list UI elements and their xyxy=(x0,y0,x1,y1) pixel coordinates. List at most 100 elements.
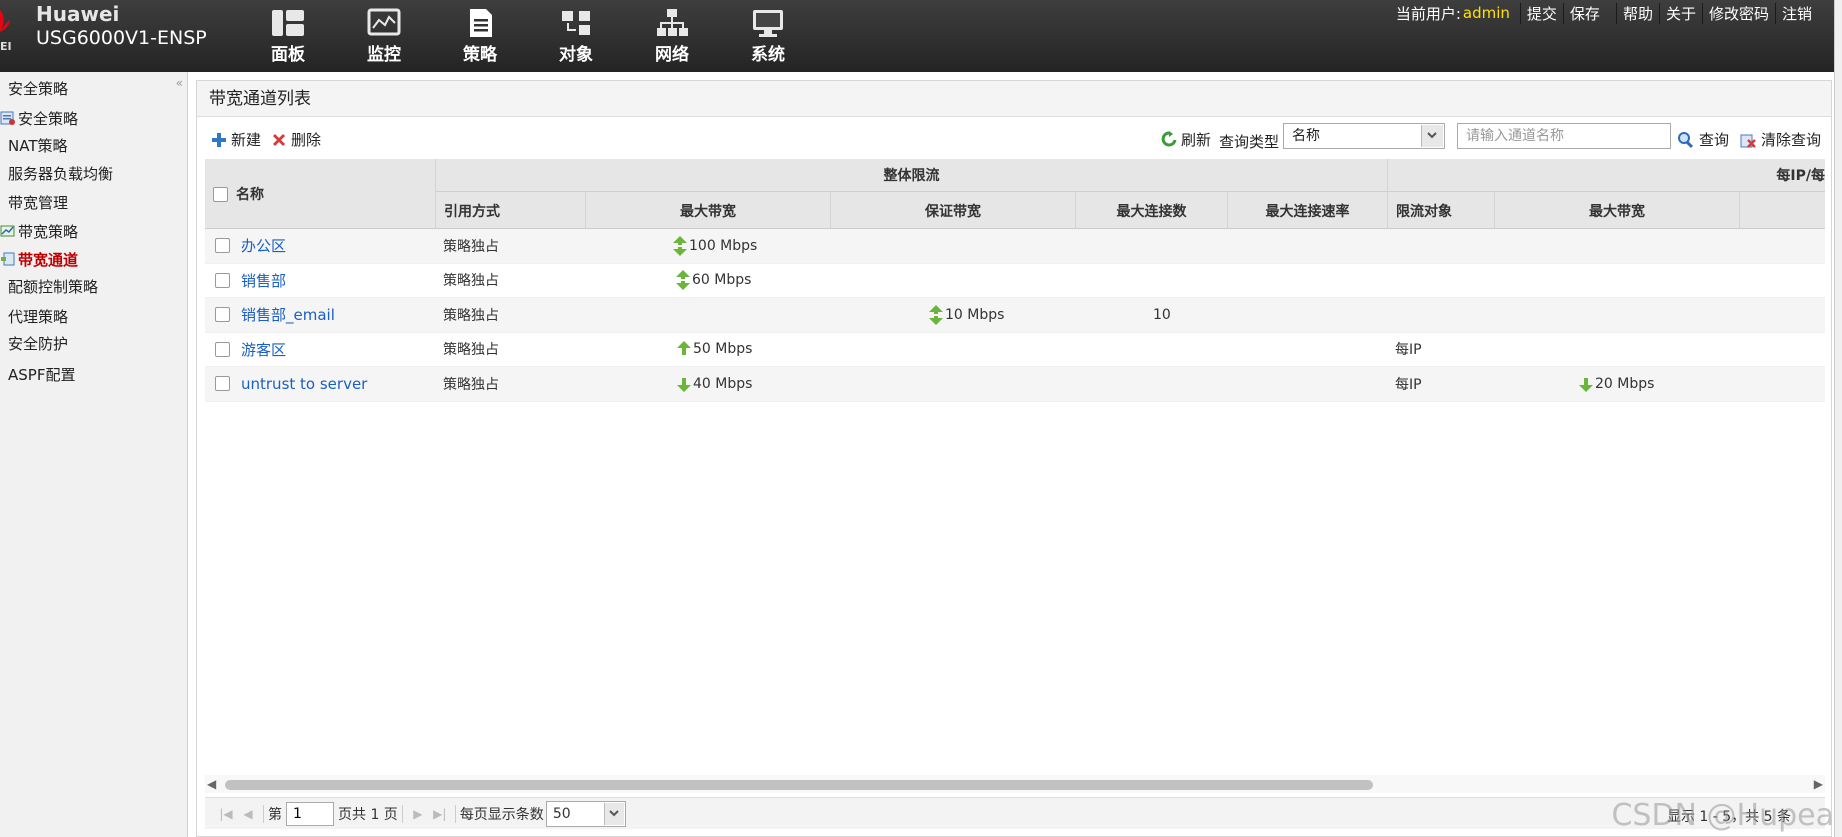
sidebar-item-aspf[interactable]: ASPF配置 xyxy=(8,362,75,386)
bandwidth-policy-icon xyxy=(0,225,15,237)
clear-query-button[interactable]: 清除查询 xyxy=(1739,129,1821,150)
help-link[interactable]: 帮助 xyxy=(1615,2,1659,24)
bandwidth-channel-icon xyxy=(1,252,15,266)
limit-target-cell: 每IP xyxy=(1395,376,1422,393)
sidebar-item-server-lb[interactable]: 服务器负载均衡 xyxy=(8,161,113,185)
save-link[interactable]: 保存 xyxy=(1562,2,1606,24)
page-title: 带宽通道列表 xyxy=(197,81,1831,117)
header-max-conn[interactable]: 最大连接数 xyxy=(1075,192,1227,229)
sidebar: « 安全策略 安全策略 NAT策略 服务器负载均衡 带宽管理 带宽策略 带宽通道 xyxy=(0,72,188,837)
row-checkbox[interactable] xyxy=(215,307,230,323)
guaranteed-bw-cell: 10 Mbps xyxy=(929,298,1004,332)
pager-divider xyxy=(263,804,264,823)
nav-dashboard[interactable]: 面板 xyxy=(240,0,336,72)
row-checkbox[interactable] xyxy=(215,238,230,254)
logo-subtext: EI xyxy=(0,40,12,53)
page-number-input[interactable] xyxy=(286,801,334,826)
nav-system[interactable]: 系统 xyxy=(720,0,816,72)
query-type-select[interactable]: 名称 xyxy=(1283,123,1445,149)
add-icon xyxy=(212,132,226,147)
nav-object[interactable]: 对象 xyxy=(528,0,624,72)
brand-name: Huawei xyxy=(36,2,120,26)
top-header: EI Huawei USG6000V1-ENSP 面板 监控 策略 对象 网络 … xyxy=(0,0,1842,72)
channel-name-link[interactable]: 销售部_email xyxy=(241,304,335,325)
channel-name-link[interactable]: 游客区 xyxy=(241,339,286,360)
sidebar-item-security-policy-group[interactable]: 安全策略 xyxy=(8,76,68,100)
per-max-bw-value: 20 Mbps xyxy=(1595,375,1655,392)
per-page-value: 50 xyxy=(552,805,571,822)
refresh-button[interactable]: 刷新 xyxy=(1161,129,1211,150)
table-header: 名称 整体限流 每IP/每 引用方式 最大带宽 保证带宽 最大连接数 最大连接速… xyxy=(205,159,1825,229)
sidebar-item-label: 带宽管理 xyxy=(8,193,69,212)
max-conn-cell: 10 xyxy=(1153,306,1171,323)
nav-network[interactable]: 网络 xyxy=(624,0,720,72)
collapse-sidebar-icon[interactable]: « xyxy=(176,76,183,90)
row-checkbox[interactable] xyxy=(215,272,230,288)
last-page-icon[interactable]: ▶| xyxy=(429,807,451,821)
channel-name-link[interactable]: 销售部 xyxy=(241,270,286,291)
scroll-thumb[interactable] xyxy=(225,780,1373,790)
per-page-select[interactable]: 50 xyxy=(545,800,626,827)
window-scrollbar[interactable] xyxy=(1834,0,1842,837)
pager-divider xyxy=(454,804,456,823)
horizontal-scrollbar[interactable]: ◀ ▶ xyxy=(205,775,1825,793)
channel-name-link[interactable]: untrust to server xyxy=(241,375,367,393)
sidebar-item-bandwidth-channel[interactable]: 带宽通道 xyxy=(1,247,78,271)
row-checkbox[interactable] xyxy=(215,376,230,392)
about-link[interactable]: 关于 xyxy=(1658,2,1702,24)
search-input[interactable] xyxy=(1457,123,1671,149)
nav-policy[interactable]: 策略 xyxy=(432,0,528,72)
sidebar-item-quota-policy[interactable]: 配额控制策略 xyxy=(8,274,98,298)
header-max-conn-rate[interactable]: 最大连接速率 xyxy=(1227,192,1387,229)
logout-link[interactable]: 注销 xyxy=(1774,2,1818,24)
pager-divider xyxy=(401,804,403,823)
new-button[interactable]: 新建 xyxy=(211,129,261,150)
select-all-checkbox[interactable] xyxy=(213,186,228,202)
header-per-max-bw[interactable]: 最大带宽 xyxy=(1494,192,1739,229)
submit-link[interactable]: 提交 xyxy=(1519,2,1563,24)
query-type-value: 名称 xyxy=(1292,128,1320,144)
first-page-icon[interactable]: |◀ xyxy=(215,807,237,821)
sidebar-item-label: 安全策略 xyxy=(18,109,79,128)
delete-button[interactable]: 删除 xyxy=(271,129,321,150)
sidebar-item-proxy-policy[interactable]: 代理策略 xyxy=(8,304,68,328)
header-ref-mode[interactable]: 引用方式 xyxy=(435,192,585,229)
name-cell: 销售部_email xyxy=(241,298,335,332)
top-links: 当前用户: admin 提交 保存 帮助 关于 修改密码 注销 xyxy=(1396,1,1818,25)
current-user: admin xyxy=(1462,4,1510,22)
scroll-right-icon[interactable]: ▶ xyxy=(1814,777,1823,791)
change-password-link[interactable]: 修改密码 xyxy=(1701,2,1775,24)
ref-mode-cell: 策略独占 xyxy=(443,307,499,324)
header-limit-target[interactable]: 限流对象 xyxy=(1387,192,1494,229)
scroll-left-icon[interactable]: ◀ xyxy=(207,777,216,791)
row-select xyxy=(215,264,230,298)
sidebar-item-label: 代理策略 xyxy=(8,307,69,326)
sidebar-item-bandwidth-policy[interactable]: 带宽策略 xyxy=(0,219,78,243)
page-suffix: 页共 1 页 xyxy=(338,806,398,823)
sidebar-item-nat-policy[interactable]: NAT策略 xyxy=(8,133,67,157)
sidebar-item-security-policy[interactable]: 安全策略 xyxy=(0,106,79,130)
prev-page-icon[interactable]: ◀ xyxy=(237,807,259,821)
next-page-icon[interactable]: ▶ xyxy=(407,807,429,821)
max-bw-cell: 40 Mbps xyxy=(677,367,752,401)
nav-label: 网络 xyxy=(655,45,689,65)
sidebar-item-bandwidth-mgmt[interactable]: 带宽管理 xyxy=(8,190,68,214)
name-cell: untrust to server xyxy=(241,367,367,401)
nav-monitor[interactable]: 监控 xyxy=(336,0,432,72)
sidebar-item-security-defense[interactable]: 安全防护 xyxy=(8,331,68,355)
query-button[interactable]: 查询 xyxy=(1677,129,1729,150)
system-icon xyxy=(753,10,783,37)
guaranteed-bw-value: 10 Mbps xyxy=(945,306,1005,323)
name-cell: 办公区 xyxy=(241,229,286,263)
device-model: USG6000V1-ENSP xyxy=(36,27,207,49)
row-checkbox[interactable] xyxy=(215,341,230,357)
nav-label: 监控 xyxy=(367,45,401,65)
header-group-overall: 整体限流 xyxy=(435,159,1387,192)
header-more xyxy=(1739,192,1825,229)
table-row: 游客区 策略独占 50 Mbps 每IP xyxy=(205,332,1825,367)
dashboard-icon xyxy=(272,10,304,36)
channel-name-link[interactable]: 办公区 xyxy=(241,235,286,256)
header-max-bw[interactable]: 最大带宽 xyxy=(585,192,830,229)
current-user-label: 当前用户: xyxy=(1395,4,1461,23)
header-guaranteed-bw[interactable]: 保证带宽 xyxy=(830,192,1075,229)
